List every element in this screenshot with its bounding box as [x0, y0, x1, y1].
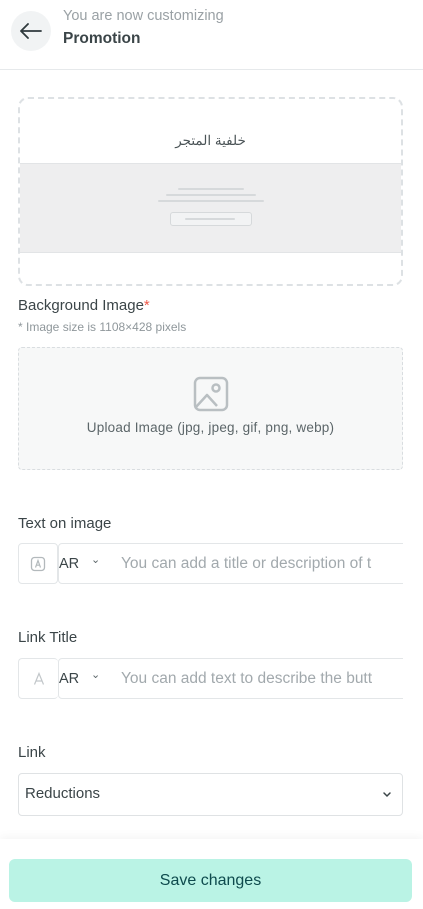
skeleton-button: [170, 212, 252, 226]
chevron-down-icon: ⌄: [91, 554, 101, 566]
text-on-image-field: AR ⌄: [18, 543, 403, 584]
chevron-down-icon: ⌄: [91, 669, 101, 681]
language-code: AR: [59, 671, 80, 687]
chevron-down-icon: [383, 792, 391, 798]
store-background-preview: خلفية المتجر: [18, 97, 403, 286]
preview-placeholder-band: [20, 163, 401, 253]
header-title: Promotion: [63, 30, 141, 47]
link-select[interactable]: Reductions: [18, 773, 403, 816]
save-button[interactable]: Save changes: [9, 859, 412, 902]
image-icon: [193, 376, 229, 412]
text-format-icon: [18, 658, 58, 699]
page-header: You are now customizing Promotion: [0, 0, 423, 70]
back-button[interactable]: [11, 11, 51, 51]
image-upload-dropzone[interactable]: Upload Image (jpg, jpeg, gif, png, webp): [18, 347, 403, 470]
preview-label: خلفية المتجر: [175, 133, 246, 148]
link-select-value: Reductions: [25, 785, 101, 802]
skeleton-line: [166, 194, 256, 196]
skeleton-line: [158, 200, 264, 202]
background-image-label: Background Image*: [18, 297, 150, 314]
upload-instructions: Upload Image (jpg, jpeg, gif, png, webp): [86, 420, 335, 435]
link-title-label: Link Title: [18, 629, 78, 646]
text-on-image-label: Text on image: [18, 515, 112, 532]
required-mark: *: [143, 297, 150, 314]
skeleton-line: [185, 218, 235, 220]
link-title-input[interactable]: [112, 658, 403, 699]
language-select[interactable]: AR ⌄: [58, 543, 113, 584]
skeleton-line: [178, 188, 244, 190]
text-format-icon: [18, 543, 58, 584]
header-subtitle: You are now customizing: [63, 8, 224, 24]
arrow-left-icon: [20, 23, 42, 39]
text-on-image-input[interactable]: [112, 543, 403, 584]
language-select[interactable]: AR ⌄: [58, 658, 113, 699]
language-code: AR: [59, 556, 80, 572]
background-image-label-text: Background Image: [18, 297, 144, 314]
image-size-hint: * Image size is 1108×428 pixels: [18, 320, 187, 334]
link-label: Link: [18, 744, 46, 761]
link-title-field: AR ⌄: [18, 658, 403, 699]
